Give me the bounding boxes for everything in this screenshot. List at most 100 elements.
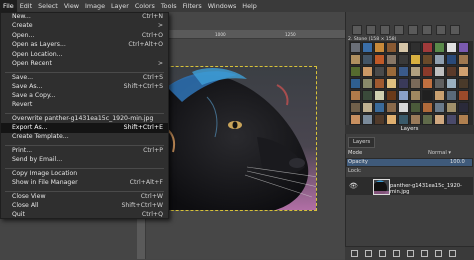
brush-swatch[interactable] bbox=[349, 89, 361, 101]
brush-swatch[interactable] bbox=[373, 77, 385, 89]
brush-swatch[interactable] bbox=[409, 77, 421, 89]
tool-button[interactable] bbox=[422, 25, 432, 35]
brush-swatch[interactable] bbox=[421, 113, 433, 125]
brush-swatch[interactable] bbox=[349, 53, 361, 65]
lower-layer-icon[interactable] bbox=[393, 250, 400, 257]
file-menu-item-show-in-file-manager[interactable]: Show in File Manager Ctrl+Alt+F bbox=[1, 178, 168, 188]
menu-edit[interactable]: Edit bbox=[17, 0, 35, 12]
menu-image[interactable]: Image bbox=[82, 0, 108, 12]
brush-swatch[interactable] bbox=[409, 89, 421, 101]
brush-swatch[interactable] bbox=[373, 41, 385, 53]
brush-swatch[interactable] bbox=[361, 113, 373, 125]
menu-layer[interactable]: Layer bbox=[108, 0, 132, 12]
brush-swatch[interactable] bbox=[409, 101, 421, 113]
tool-button[interactable] bbox=[366, 25, 376, 35]
brush-swatch[interactable] bbox=[361, 41, 373, 53]
brush-swatch[interactable] bbox=[397, 101, 409, 113]
tab-layers[interactable]: Layers bbox=[348, 137, 376, 148]
tool-button[interactable] bbox=[408, 25, 418, 35]
brush-swatch[interactable] bbox=[445, 53, 457, 65]
brush-swatch[interactable] bbox=[457, 113, 469, 125]
menu-view[interactable]: View bbox=[61, 0, 82, 12]
brush-swatch[interactable] bbox=[433, 65, 445, 77]
brush-swatch[interactable] bbox=[385, 101, 397, 113]
brush-swatch[interactable] bbox=[421, 41, 433, 53]
brush-swatch[interactable] bbox=[409, 113, 421, 125]
brush-swatch[interactable] bbox=[421, 65, 433, 77]
brush-swatch[interactable] bbox=[445, 65, 457, 77]
brush-swatch[interactable] bbox=[349, 77, 361, 89]
menu-help[interactable]: Help bbox=[239, 0, 260, 12]
duplicate-layer-icon[interactable] bbox=[407, 250, 414, 257]
brush-swatch[interactable] bbox=[385, 41, 397, 53]
brush-swatch[interactable] bbox=[349, 65, 361, 77]
file-menu-item-revert[interactable]: Revert bbox=[1, 100, 168, 110]
brush-swatch[interactable] bbox=[421, 53, 433, 65]
brush-swatch[interactable] bbox=[385, 89, 397, 101]
file-menu-item-create-template[interactable]: Create Template... bbox=[1, 132, 168, 142]
tool-button[interactable] bbox=[394, 25, 404, 35]
brush-swatch[interactable] bbox=[445, 41, 457, 53]
new-group-icon[interactable] bbox=[365, 250, 372, 257]
brush-swatch[interactable] bbox=[361, 53, 373, 65]
brush-swatch[interactable] bbox=[397, 113, 409, 125]
brush-swatch[interactable] bbox=[361, 89, 373, 101]
menu-filters[interactable]: Filters bbox=[180, 0, 205, 12]
brush-swatch[interactable] bbox=[373, 113, 385, 125]
brush-swatch[interactable] bbox=[373, 53, 385, 65]
brush-swatch[interactable] bbox=[361, 77, 373, 89]
brush-swatch[interactable] bbox=[421, 101, 433, 113]
file-menu-item-create[interactable]: Create > bbox=[1, 21, 168, 31]
menu-file[interactable]: File bbox=[0, 0, 17, 12]
brush-swatch[interactable] bbox=[409, 65, 421, 77]
layer-name[interactable]: panther-g1431ea15c_1920-min.jpg bbox=[390, 183, 474, 195]
brush-swatch[interactable] bbox=[349, 41, 361, 53]
brush-swatch[interactable] bbox=[409, 41, 421, 53]
brush-swatch[interactable] bbox=[409, 53, 421, 65]
brush-swatch[interactable] bbox=[457, 65, 469, 77]
brush-swatch[interactable] bbox=[433, 53, 445, 65]
brush-swatch[interactable] bbox=[445, 89, 457, 101]
brush-swatch[interactable] bbox=[397, 89, 409, 101]
brush-swatch[interactable] bbox=[385, 77, 397, 89]
anchor-layer-icon[interactable] bbox=[421, 250, 428, 257]
tool-button[interactable] bbox=[436, 25, 446, 35]
brush-swatch[interactable] bbox=[457, 101, 469, 113]
raise-layer-icon[interactable] bbox=[379, 250, 386, 257]
brush-swatch[interactable] bbox=[349, 113, 361, 125]
mask-icon[interactable] bbox=[435, 250, 442, 257]
mode-dropdown[interactable]: Normal ▾ bbox=[428, 150, 451, 156]
file-menu-item-quit[interactable]: Quit Ctrl+Q bbox=[1, 210, 168, 220]
menu-colors[interactable]: Colors bbox=[132, 0, 158, 12]
brush-swatch[interactable] bbox=[397, 65, 409, 77]
file-menu-item-open-as-layers[interactable]: Open as Layers... Ctrl+Alt+O bbox=[1, 40, 168, 50]
brush-swatch[interactable] bbox=[349, 101, 361, 113]
brush-swatch[interactable] bbox=[421, 77, 433, 89]
brush-swatch[interactable] bbox=[457, 77, 469, 89]
brush-swatch[interactable] bbox=[445, 77, 457, 89]
brush-swatch[interactable] bbox=[385, 113, 397, 125]
brush-swatch[interactable] bbox=[433, 89, 445, 101]
tool-button[interactable] bbox=[450, 25, 460, 35]
file-menu-item-send-by-email[interactable]: Send by Email... bbox=[1, 155, 168, 165]
menu-windows[interactable]: Windows bbox=[205, 0, 240, 12]
tool-button[interactable] bbox=[352, 25, 362, 35]
brush-swatch[interactable] bbox=[373, 101, 385, 113]
brush-swatch[interactable] bbox=[433, 101, 445, 113]
brush-swatch[interactable] bbox=[361, 101, 373, 113]
brush-swatch[interactable] bbox=[397, 41, 409, 53]
brush-swatch[interactable] bbox=[457, 41, 469, 53]
brush-swatch[interactable] bbox=[433, 113, 445, 125]
brush-swatch[interactable] bbox=[457, 89, 469, 101]
brush-swatch[interactable] bbox=[457, 53, 469, 65]
new-layer-icon[interactable] bbox=[351, 250, 358, 257]
menu-tools[interactable]: Tools bbox=[158, 0, 180, 12]
brush-swatch[interactable] bbox=[421, 89, 433, 101]
brush-swatch[interactable] bbox=[433, 41, 445, 53]
menu-select[interactable]: Select bbox=[35, 0, 61, 12]
brush-swatch[interactable] bbox=[433, 77, 445, 89]
panther-image[interactable] bbox=[146, 66, 317, 211]
brush-swatch[interactable] bbox=[445, 101, 457, 113]
eye-icon[interactable]: 👁 bbox=[349, 182, 358, 190]
brush-swatch[interactable] bbox=[445, 113, 457, 125]
